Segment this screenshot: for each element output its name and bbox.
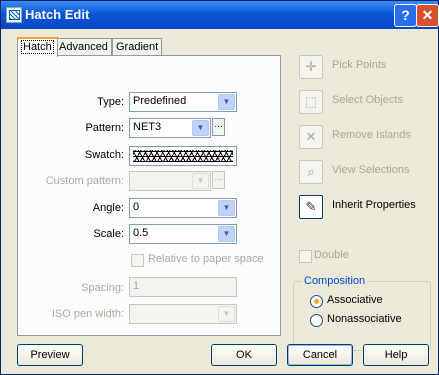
inherit-properties-button[interactable]: ✎ Inherit Properties [299, 195, 419, 219]
double-label: Double [314, 249, 349, 261]
type-select[interactable]: Predefined ▼ [129, 92, 237, 112]
custom-pattern-browse-button[interactable]: ... [212, 171, 225, 189]
select-objects-label: Select Objects [332, 94, 403, 106]
remove-islands-label: Remove Islands [332, 129, 411, 141]
iso-pen-width-label: ISO pen width: [51, 308, 124, 320]
chevron-down-icon: ▼ [192, 120, 209, 136]
title-help-button[interactable]: ? [394, 4, 417, 27]
pattern-value: NET3 [133, 121, 162, 133]
preview-button[interactable]: Preview [17, 344, 83, 366]
window-title: Hatch Edit [25, 7, 90, 22]
inherit-properties-label: Inherit Properties [332, 199, 416, 211]
chevron-down-icon: ▼ [192, 173, 209, 189]
relative-paper-space-label: Relative to paper space [148, 253, 264, 265]
composition-group: Composition Associative Nonassociative [293, 275, 431, 351]
angle-value: 0 [133, 201, 140, 213]
scale-select[interactable]: 0.5 ▼ [129, 224, 237, 244]
hatch-pattern-swatch [133, 150, 233, 162]
scale-label: Scale: [93, 228, 124, 240]
relative-paper-space-checkbox[interactable] [131, 254, 144, 267]
associative-label: Associative [327, 294, 383, 306]
title-close-button[interactable]: ✕ [416, 4, 439, 27]
view-selections-icon: ⌕ [299, 160, 323, 184]
chevron-down-icon: ▼ [218, 200, 235, 216]
hatch-edit-dialog: Hatch Edit ? ✕ Hatch Advanced Gradient T… [0, 0, 439, 375]
pick-points-label: Pick Points [332, 59, 387, 71]
pattern-browse-button[interactable]: ... [212, 118, 225, 136]
select-objects-icon: ⬚ [299, 90, 323, 114]
tab-hatch-label: Hatch [21, 40, 54, 54]
type-value: Predefined [133, 95, 187, 107]
angle-select[interactable]: 0 ▼ [129, 198, 237, 218]
custom-pattern-select[interactable]: ▼ [129, 171, 211, 191]
angle-label: Angle: [92, 202, 124, 214]
pick-points-icon: ✛ [299, 55, 323, 79]
chevron-down-icon: ▼ [218, 94, 235, 110]
spacing-value: 1 [133, 280, 140, 292]
swatch-preview[interactable] [129, 146, 237, 166]
tab-gradient[interactable]: Gradient [112, 38, 163, 55]
app-icon [6, 7, 22, 23]
custom-pattern-label: Custom pattern: [45, 175, 124, 187]
remove-islands-button[interactable]: ✕ Remove Islands [299, 125, 419, 149]
help-button[interactable]: Help [363, 344, 429, 366]
iso-pen-width-select[interactable]: ▼ [129, 304, 237, 324]
spacing-label: Spacing: [81, 282, 124, 294]
spacing-input[interactable]: 1 [129, 277, 237, 297]
pattern-select[interactable]: NET3 ▼ [129, 118, 211, 138]
select-objects-button[interactable]: ⬚ Select Objects [299, 90, 419, 114]
swatch-label: Swatch: [84, 149, 124, 161]
tab-hatch[interactable]: Hatch [17, 37, 58, 57]
pattern-label: Pattern: [85, 122, 124, 134]
ok-button[interactable]: OK [211, 344, 277, 366]
inherit-properties-icon: ✎ [299, 195, 323, 219]
chevron-down-icon: ▼ [218, 306, 235, 322]
double-checkbox[interactable] [299, 250, 312, 263]
hatch-panel: Type: Predefined ▼ Pattern: NET3 ▼ ... S… [17, 55, 281, 336]
tab-advanced[interactable]: Advanced [55, 38, 112, 55]
associative-radio[interactable] [310, 295, 323, 308]
scale-value: 0.5 [133, 227, 149, 239]
remove-islands-icon: ✕ [299, 125, 323, 149]
nonassociative-label: Nonassociative [327, 313, 402, 325]
type-label: Type: [97, 96, 124, 108]
pick-points-button[interactable]: ✛ Pick Points [299, 55, 419, 79]
composition-title: Composition [302, 275, 368, 287]
view-selections-label: View Selections [332, 164, 410, 176]
title-bar: Hatch Edit ? ✕ [1, 1, 439, 29]
view-selections-button[interactable]: ⌕ View Selections [299, 160, 419, 184]
dialog-body: Hatch Advanced Gradient Type: Predefined… [3, 29, 436, 372]
cancel-button[interactable]: Cancel [287, 344, 353, 366]
chevron-down-icon: ▼ [218, 226, 235, 242]
nonassociative-radio[interactable] [310, 314, 323, 327]
